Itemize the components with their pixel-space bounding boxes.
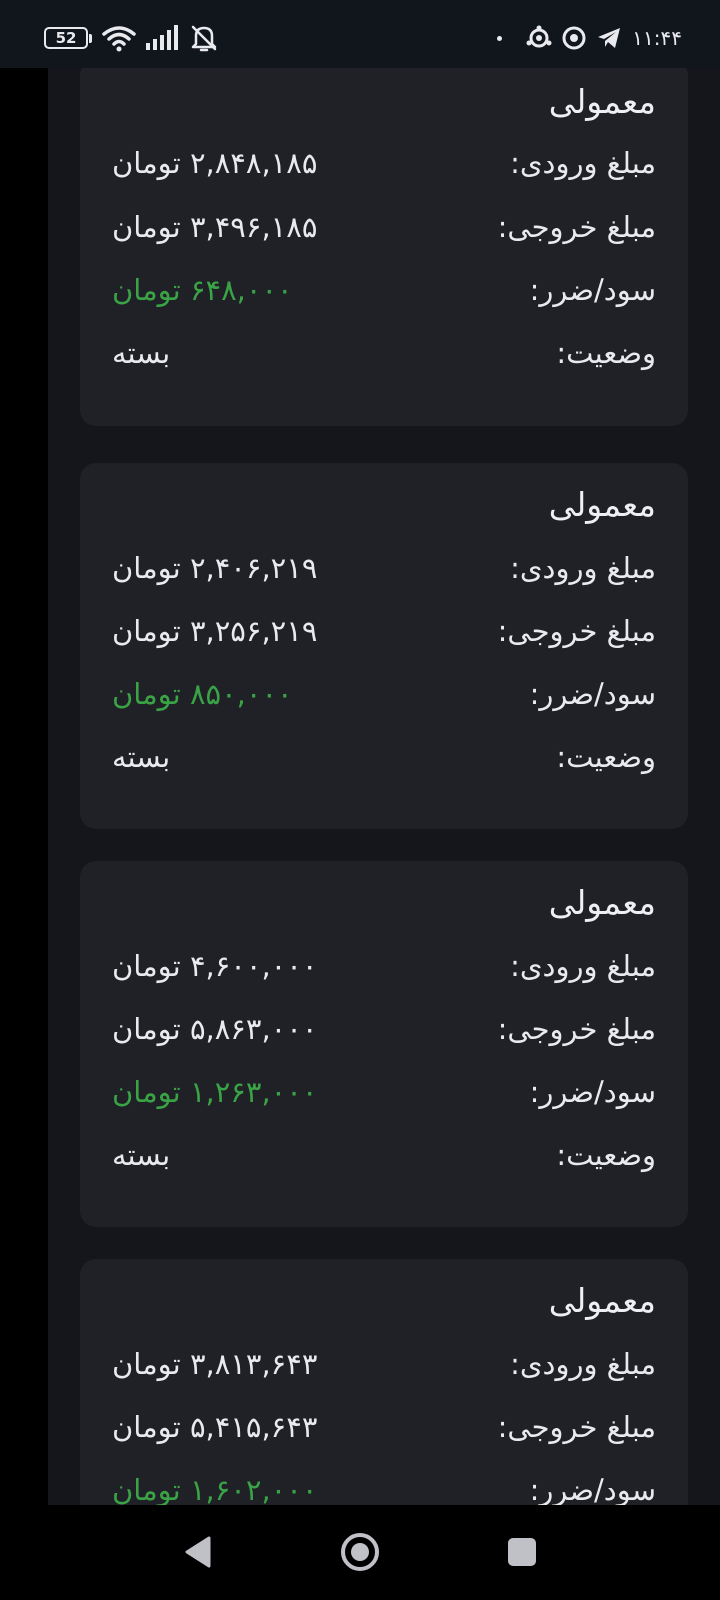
- entry-amount: ۲,۸۴۸,۱۸۵ تومان: [112, 146, 318, 180]
- exit-amount: ۳,۲۵۶,۲۱۹ تومان: [112, 614, 318, 648]
- exit-row: مبلغ خروجی: ۵,۴۱۵,۶۴۳ تومان: [112, 1410, 656, 1454]
- home-button[interactable]: [335, 1527, 385, 1577]
- transaction-card[interactable]: معمولی مبلغ ورودی: ۲,۸۴۸,۱۸۵ تومان مبلغ …: [80, 68, 688, 426]
- profit-row: سود/ضرر: ۱,۲۶۳,۰۰۰ تومان: [112, 1075, 656, 1119]
- profit-row: سود/ضرر: ۸۵۰,۰۰۰ تومان: [112, 677, 656, 721]
- recents-square-icon: [508, 1538, 536, 1566]
- profit-label: سود/ضرر:: [529, 1473, 656, 1505]
- notification-dot-icon: [497, 35, 503, 41]
- card-title: معمولی: [548, 1281, 656, 1320]
- profit-row: سود/ضرر: ۶۴۸,۰۰۰ تومان: [112, 273, 656, 317]
- entry-label: مبلغ ورودی:: [510, 551, 656, 585]
- status-value: بسته: [112, 740, 171, 774]
- entry-label: مبلغ ورودی:: [510, 949, 656, 983]
- profit-amount: ۱,۶۰۲,۰۰۰ تومان: [112, 1473, 318, 1505]
- navigation-bar: [0, 1505, 720, 1600]
- entry-label: مبلغ ورودی:: [510, 1347, 656, 1381]
- telegram-icon: [598, 28, 621, 48]
- entry-amount: ۲,۴۰۶,۲۱۹ تومان: [112, 551, 318, 585]
- profit-label: سود/ضرر:: [529, 677, 656, 711]
- transaction-card[interactable]: معمولی مبلغ ورودی: ۳,۸۱۳,۶۴۳ تومان مبلغ …: [80, 1259, 688, 1505]
- exit-amount: ۵,۸۶۳,۰۰۰ تومان: [112, 1012, 318, 1046]
- recents-button[interactable]: [497, 1527, 547, 1577]
- status-label: وضعیت:: [556, 336, 656, 370]
- home-circle-icon: [341, 1533, 379, 1571]
- status-value: بسته: [112, 336, 171, 370]
- status-left: 52: [44, 22, 218, 54]
- status-value: بسته: [112, 1138, 171, 1172]
- transaction-list[interactable]: معمولی مبلغ ورودی: ۲,۸۴۸,۱۸۵ تومان مبلغ …: [48, 68, 720, 1505]
- card-title: معمولی: [548, 82, 656, 121]
- exit-label: مبلغ خروجی:: [497, 1410, 656, 1444]
- exit-row: مبلغ خروجی: ۳,۲۵۶,۲۱۹ تومان: [112, 614, 656, 658]
- entry-amount: ۴,۶۰۰,۰۰۰ تومان: [112, 949, 318, 983]
- card-title: معمولی: [548, 883, 656, 922]
- entry-row: مبلغ ورودی: ۳,۸۱۳,۶۴۳ تومان: [112, 1347, 656, 1391]
- back-button[interactable]: [173, 1527, 223, 1577]
- profit-amount: ۸۵۰,۰۰۰ تومان: [112, 677, 293, 711]
- entry-row: مبلغ ورودی: ۲,۴۰۶,۲۱۹ تومان: [112, 551, 656, 595]
- entry-amount: ۳,۸۱۳,۶۴۳ تومان: [112, 1347, 318, 1381]
- card-title: معمولی: [548, 485, 656, 524]
- status-row: وضعیت: بسته: [112, 336, 656, 380]
- transaction-card[interactable]: معمولی مبلغ ورودی: ۴,۶۰۰,۰۰۰ تومان مبلغ …: [80, 861, 688, 1227]
- chrome-icon: [562, 26, 586, 50]
- exit-label: مبلغ خروجی:: [497, 614, 656, 648]
- entry-label: مبلغ ورودی:: [510, 146, 656, 180]
- battery-icon: 52: [44, 27, 88, 49]
- exit-row: مبلغ خروجی: ۳,۴۹۶,۱۸۵ تومان: [112, 210, 656, 254]
- back-triangle-icon: [185, 1536, 211, 1568]
- signal-icon: [146, 25, 178, 50]
- status-bar: 52 ۱۱:۴۴: [0, 0, 720, 68]
- notifications-off-icon: [191, 25, 217, 52]
- profit-amount: ۱,۲۶۳,۰۰۰ تومان: [112, 1075, 318, 1109]
- profit-row: سود/ضرر: ۱,۶۰۲,۰۰۰ تومان: [112, 1473, 656, 1505]
- battery-nub: [89, 33, 92, 43]
- entry-row: مبلغ ورودی: ۲,۸۴۸,۱۸۵ تومان: [112, 146, 656, 190]
- status-label: وضعیت:: [556, 740, 656, 774]
- battery-level: 52: [55, 29, 77, 47]
- entry-row: مبلغ ورودی: ۴,۶۰۰,۰۰۰ تومان: [112, 949, 656, 993]
- exit-amount: ۵,۴۱۵,۶۴۳ تومان: [112, 1410, 318, 1444]
- status-label: وضعیت:: [556, 1138, 656, 1172]
- status-right: ۱۱:۴۴: [497, 22, 682, 54]
- exit-amount: ۳,۴۹۶,۱۸۵ تومان: [112, 210, 318, 244]
- profit-label: سود/ضرر:: [529, 273, 656, 307]
- app-icon: [526, 25, 552, 48]
- wifi-icon: [102, 26, 136, 52]
- status-row: وضعیت: بسته: [112, 1138, 656, 1182]
- status-row: وضعیت: بسته: [112, 740, 656, 784]
- clock: ۱۱:۴۴: [632, 26, 682, 50]
- exit-row: مبلغ خروجی: ۵,۸۶۳,۰۰۰ تومان: [112, 1012, 656, 1056]
- transaction-card[interactable]: معمولی مبلغ ورودی: ۲,۴۰۶,۲۱۹ تومان مبلغ …: [80, 463, 688, 829]
- exit-label: مبلغ خروجی:: [497, 1012, 656, 1046]
- profit-label: سود/ضرر:: [529, 1075, 656, 1109]
- exit-label: مبلغ خروجی:: [497, 210, 656, 244]
- profit-amount: ۶۴۸,۰۰۰ تومان: [112, 273, 293, 307]
